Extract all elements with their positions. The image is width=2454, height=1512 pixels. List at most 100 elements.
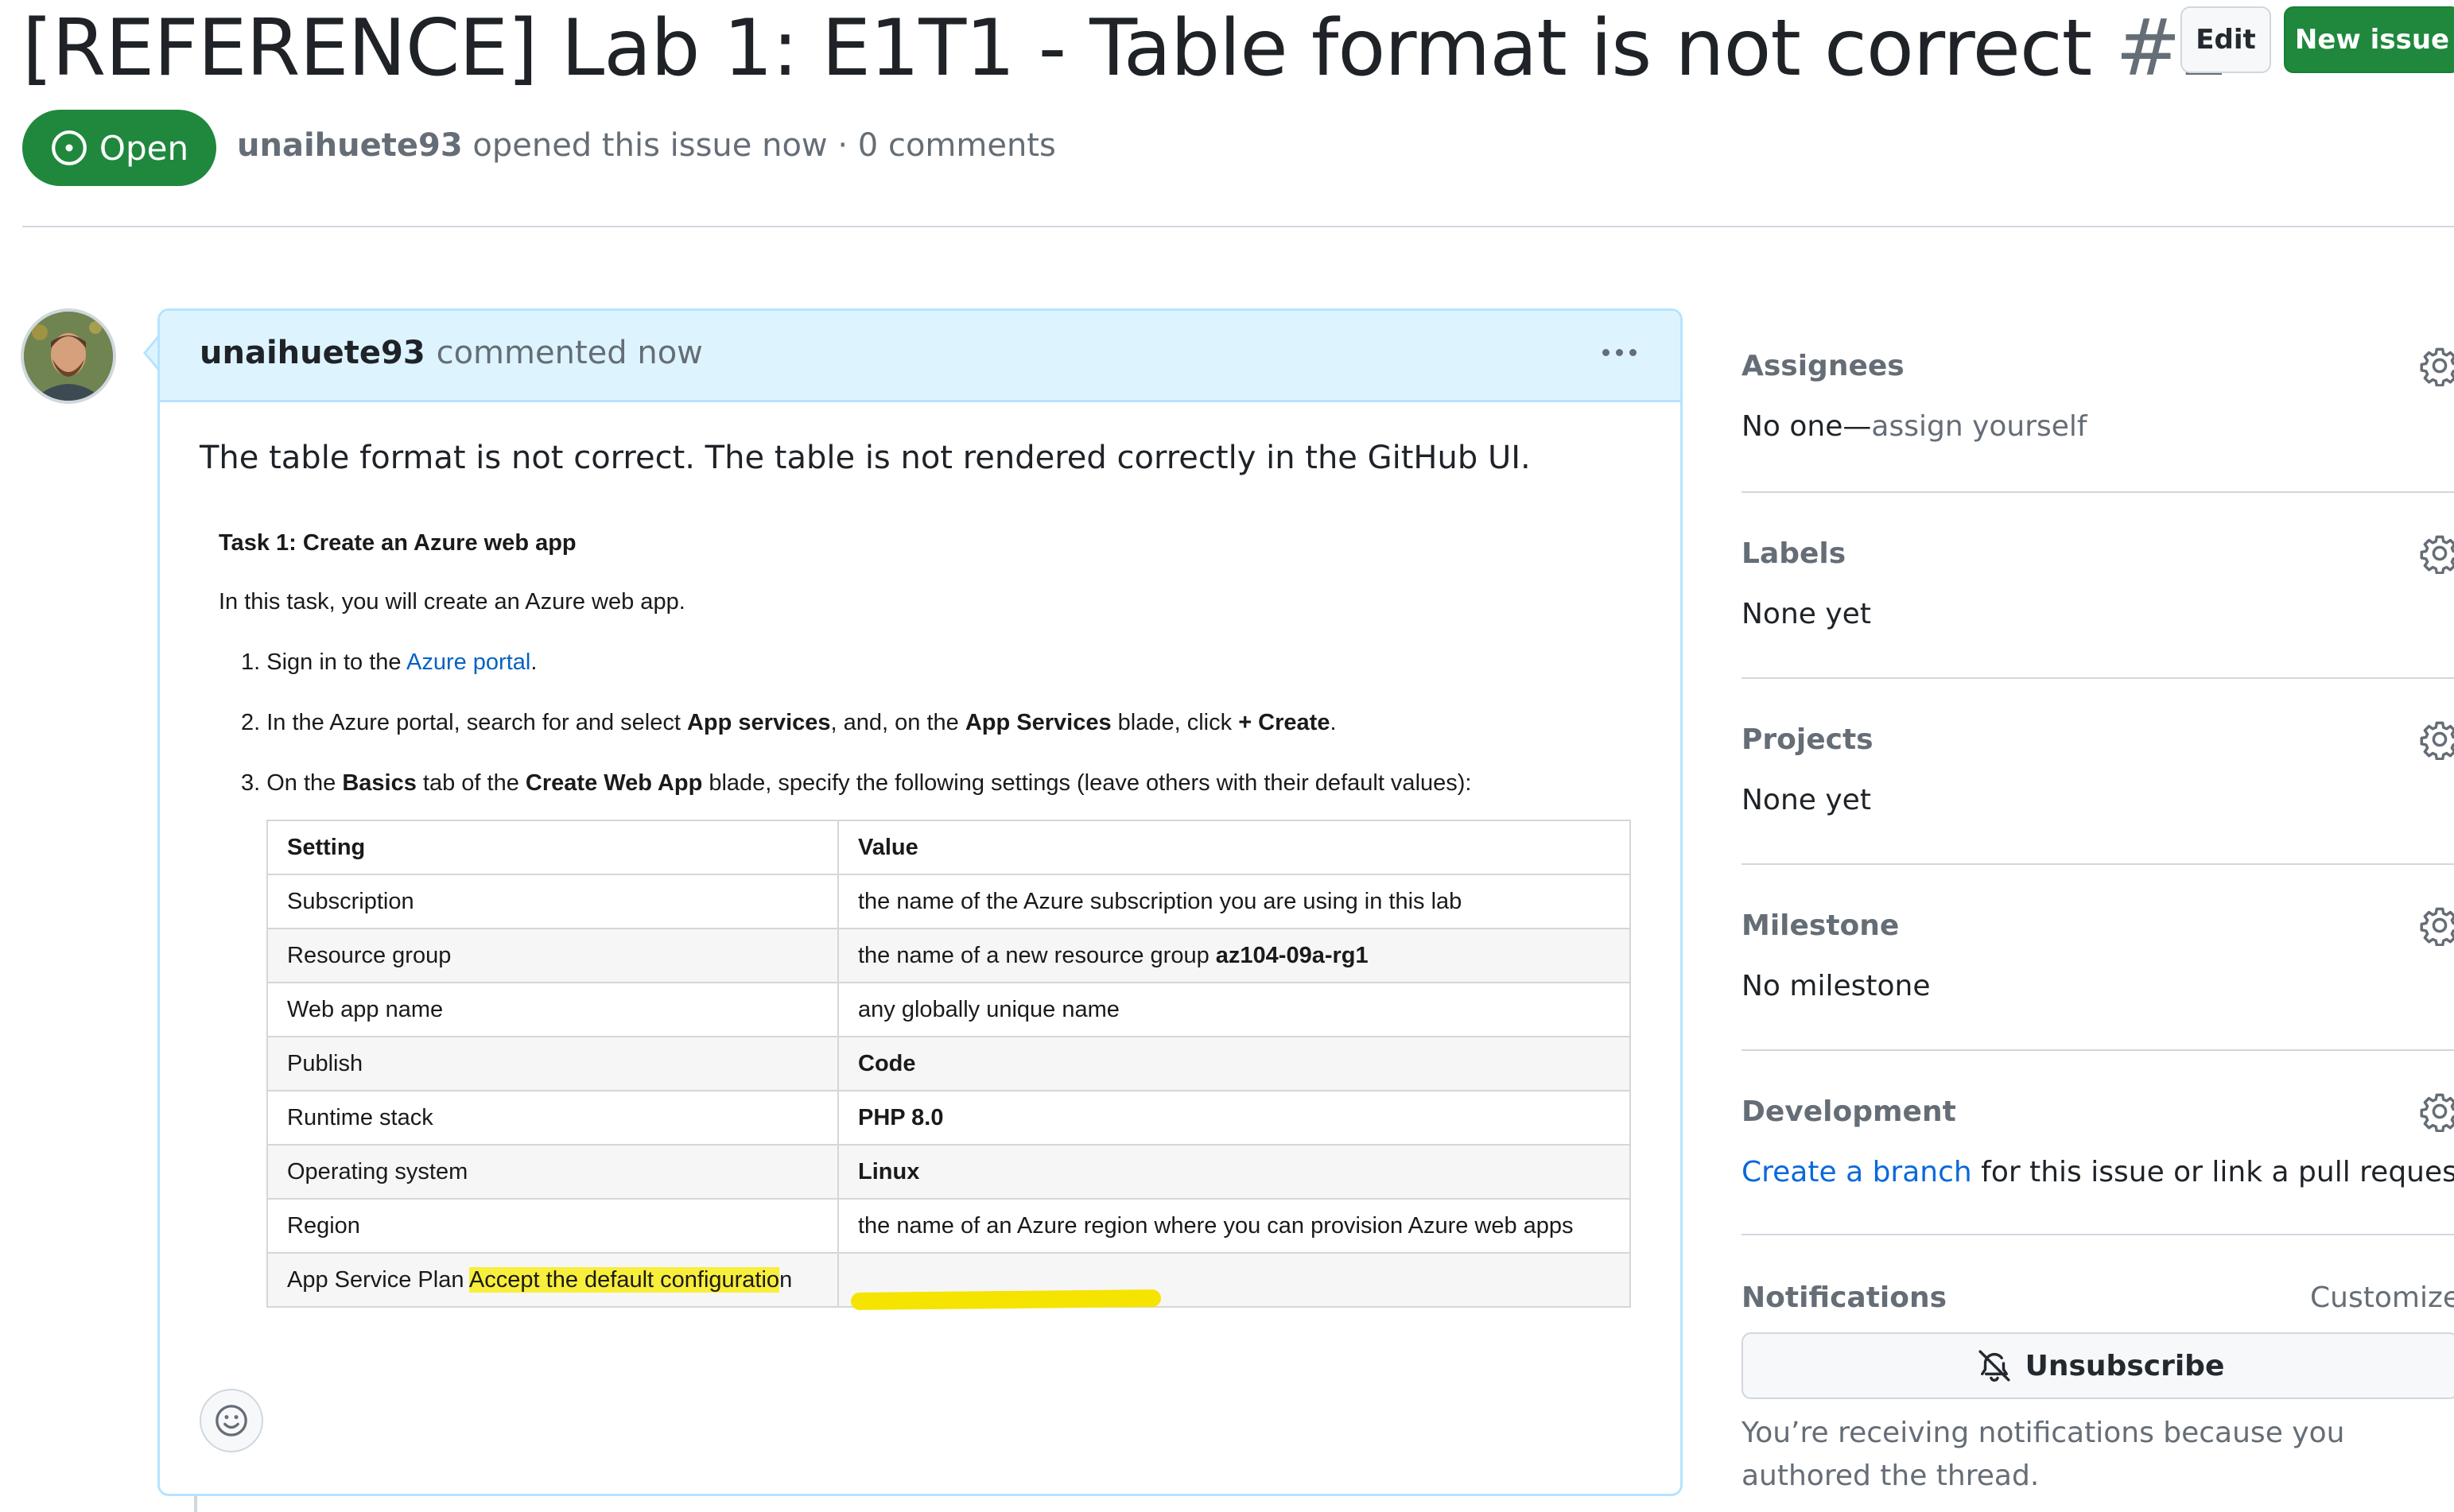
development-value: Create a branch for this issue or link a…: [1741, 1156, 2454, 1188]
projects-title[interactable]: Projects: [1741, 723, 1874, 756]
projects-value: None yet: [1741, 784, 1871, 816]
step-3-text-3: blade, specify the following settings (l…: [702, 770, 1472, 796]
step-3: 3. On the Basics tab of the Create Web A…: [241, 770, 1471, 797]
comment-time[interactable]: commented now: [437, 335, 703, 371]
value-bold: Linux: [858, 1158, 920, 1184]
azure-portal-link: Azure portal: [406, 649, 531, 675]
setting-cell: Resource group: [266, 928, 839, 983]
state-badge: Open: [22, 110, 216, 186]
setting-tail: n: [779, 1266, 793, 1293]
value-bold: Code: [858, 1050, 916, 1076]
customize-link[interactable]: Customize: [2310, 1281, 2454, 1314]
issue-title-text: [REFERENCE] Lab 1: E1T1 - Table format i…: [22, 3, 2092, 94]
setting-cell: Operating system: [266, 1144, 839, 1200]
comment-box: unaihuete93 commented now The table form…: [157, 308, 1683, 1496]
value-text: the name of a new resource group: [858, 942, 1216, 968]
step-2-text: 2. In the Azure portal, search for and s…: [241, 710, 687, 735]
embedded-screenshot: Task 1: Create an Azure web app In this …: [200, 521, 1647, 1427]
bell-slash-icon: [1978, 1350, 2010, 1382]
issue-meta: unaihuete93 opened this issue now · 0 co…: [237, 127, 1056, 164]
step-1: 1. Sign in to the Azure portal.: [241, 649, 537, 676]
issue-opened-icon: [52, 130, 87, 165]
step-3-bold-1: Basics: [342, 770, 417, 796]
gear-icon[interactable]: [2419, 1091, 2454, 1132]
gear-icon[interactable]: [2419, 905, 2454, 946]
comment-header: unaihuete93 commented now: [160, 311, 1680, 402]
setting-cell: Region: [266, 1198, 839, 1254]
table-row: Resource group the name of a new resourc…: [266, 928, 1631, 983]
sidebar-divider: [1741, 677, 2454, 679]
unsubscribe-label: Unsubscribe: [2025, 1349, 2225, 1382]
labels-value: None yet: [1741, 598, 1871, 630]
setting-cell: Subscription: [266, 874, 839, 929]
step-1-suffix: .: [530, 649, 538, 675]
comment-body-text: The table format is not correct. The tab…: [200, 440, 1531, 476]
create-branch-link[interactable]: Create a branch: [1741, 1156, 1972, 1188]
setting-cell: Publish: [266, 1036, 839, 1091]
avatar[interactable]: [21, 308, 116, 404]
header-divider: [22, 226, 2454, 227]
milestone-value: No milestone: [1741, 970, 1931, 1002]
comment-author[interactable]: unaihuete93: [200, 335, 425, 371]
assignees-title[interactable]: Assignees: [1741, 350, 1905, 382]
labels-title[interactable]: Labels: [1741, 537, 1846, 570]
unsubscribe-button[interactable]: Unsubscribe: [1741, 1332, 2454, 1399]
value-bold: az104-09a-rg1: [1215, 942, 1369, 968]
step-3-text-2: tab of the: [416, 770, 526, 796]
step-3-text: 3. On the: [241, 770, 343, 796]
milestone-title[interactable]: Milestone: [1741, 909, 1899, 942]
sidebar-divider: [1741, 491, 2454, 493]
table-header-row: Setting Value: [266, 820, 1631, 875]
table-row: Region the name of an Azure region where…: [266, 1198, 1631, 1254]
step-3-bold-2: Create Web App: [525, 770, 703, 796]
column-header-setting: Setting: [266, 820, 839, 875]
table-row: Publish Code: [266, 1036, 1631, 1091]
setting-cell: App Service Plan Accept the default conf…: [266, 1252, 839, 1308]
table-row: Runtime stack PHP 8.0: [266, 1090, 1631, 1146]
smiley-icon[interactable]: [200, 1389, 263, 1452]
new-issue-button[interactable]: New issue: [2284, 6, 2454, 73]
setting-cell: Web app name: [266, 982, 839, 1037]
value-cell: the name of the Azure subscription you a…: [837, 874, 1631, 929]
value-text: the name of an Azure region where you ca…: [858, 1212, 1574, 1239]
step-2-text-2: , and, on the: [830, 710, 965, 735]
gear-icon[interactable]: [2419, 533, 2454, 574]
value-bold: PHP 8.0: [858, 1104, 944, 1130]
notifications-title: Notifications: [1741, 1281, 1947, 1314]
task-intro: In this task, you will create an Azure w…: [219, 589, 685, 614]
timeline-line: [194, 1496, 197, 1512]
notification-reason: You’re receiving notifications because y…: [1741, 1417, 2345, 1492]
comments-count: 0 comments: [857, 127, 1056, 164]
step-1-text: 1. Sign in to the: [241, 649, 406, 675]
table-row: Web app name any globally unique name: [266, 982, 1631, 1037]
settings-table: Setting Value Subscription the name of t…: [266, 820, 1631, 1308]
development-text: for this issue or link a pull request.: [1971, 1156, 2454, 1188]
value-cell: the name of a new resource group az104-0…: [837, 928, 1631, 983]
edit-button[interactable]: Edit: [2180, 6, 2271, 73]
value-cell: Code: [837, 1036, 1631, 1091]
gear-icon[interactable]: [2419, 345, 2454, 386]
value-cell: PHP 8.0: [837, 1090, 1631, 1146]
comment-author-line: unaihuete93 commented now: [200, 335, 703, 371]
sidebar-divider: [1741, 1049, 2454, 1051]
avatar-image: [24, 312, 113, 401]
value-cell: any globally unique name: [837, 982, 1631, 1037]
assign-yourself-link[interactable]: assign yourself: [1871, 410, 2087, 443]
column-header-value: Value: [837, 820, 1631, 875]
issue-author-link[interactable]: unaihuete93: [237, 127, 463, 164]
issue-title: [REFERENCE] Lab 1: E1T1 - Table format i…: [22, 3, 2230, 94]
kebab-horizontal-icon[interactable]: [1591, 331, 1647, 373]
assignees-value: No one—assign yourself: [1741, 410, 2087, 443]
step-2-bold-2: App Services: [965, 710, 1112, 735]
task-heading: Task 1: Create an Azure web app: [219, 530, 577, 556]
state-label: Open: [99, 128, 189, 168]
sidebar-divider: [1741, 863, 2454, 865]
gear-icon[interactable]: [2419, 719, 2454, 760]
highlighted-text: Accept the default configuratio: [468, 1266, 780, 1293]
opened-text: opened this issue now: [472, 127, 828, 164]
meta-separator: ·: [837, 127, 848, 164]
development-title[interactable]: Development: [1741, 1095, 1956, 1128]
setting-text: App Service Plan: [287, 1266, 469, 1293]
step-2-text-3: blade, click: [1111, 710, 1239, 735]
value-cell: Linux: [837, 1144, 1631, 1200]
